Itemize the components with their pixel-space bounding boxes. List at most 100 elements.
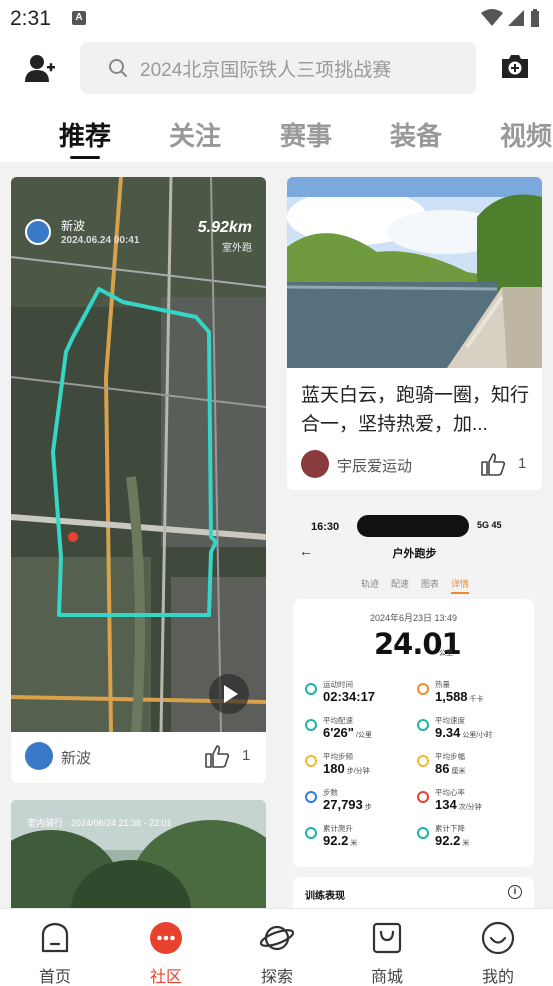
metric-value: 180 步/分钟 xyxy=(323,761,370,776)
nav-profile-label: 我的 xyxy=(481,969,514,986)
metric-value: 02:34:17 xyxy=(323,689,377,704)
author-name[interactable]: 新波 xyxy=(61,747,91,768)
map-user-avatar xyxy=(25,219,51,245)
dynamic-island xyxy=(357,515,469,537)
metric-value: 86 厘米 xyxy=(435,761,465,776)
avatar[interactable] xyxy=(25,742,53,770)
notification-badge: A xyxy=(72,11,86,25)
metric-value: 1,588 千卡 xyxy=(435,689,484,704)
metric-icon xyxy=(305,719,317,731)
map-activity-type: 室外跑 xyxy=(222,243,252,254)
tab-gear[interactable]: 装备 xyxy=(390,116,442,153)
metric-unit: /公里 xyxy=(355,732,372,739)
active-tab-indicator xyxy=(70,156,100,159)
nav-home[interactable]: 首页 xyxy=(5,909,105,986)
nav-shop[interactable]: 商城 xyxy=(337,909,437,986)
metric-value: 92.2 米 xyxy=(323,833,357,848)
metric-value: 6'26"/公里 xyxy=(323,725,372,740)
nav-profile[interactable]: 我的 xyxy=(448,909,548,986)
metric-unit: 公里/小时 xyxy=(462,732,493,739)
metric-value-text: 02:34:17 xyxy=(323,689,376,704)
author-name[interactable]: 宇辰爱运动 xyxy=(337,455,412,476)
metric-value-text: 180 xyxy=(323,761,345,776)
wifi-icon xyxy=(481,9,503,26)
search-bar[interactable]: 2024北京国际铁人三项挑战赛 xyxy=(80,42,476,94)
workout-metric: 热量 1,588 千卡 xyxy=(417,679,527,711)
workout-date: 2024年6月23日 13:49 xyxy=(369,613,458,623)
subtab-pace: 配速 xyxy=(391,579,410,589)
metric-unit: 步 xyxy=(364,804,372,811)
map-datetime: 2024.06.24 00:41 xyxy=(61,235,140,246)
ride-caption: 室内骑行 · 2024/06/24 21:38 - 22:01 xyxy=(27,818,172,828)
metric-icon xyxy=(305,683,317,695)
metric-icon xyxy=(305,755,317,767)
workout-page-title: 户外跑步 xyxy=(392,548,437,560)
workout-metric: 运动时间 02:34:17 xyxy=(305,679,415,711)
play-button[interactable] xyxy=(209,674,249,714)
nav-community[interactable]: 社区 xyxy=(116,909,216,986)
metric-value: 9.34 公里/小时 xyxy=(435,725,492,740)
phone-status: 5G 45 xyxy=(477,520,502,530)
search-placeholder: 2024北京国际铁人三项挑战赛 xyxy=(140,59,392,81)
post-card-workout-summary[interactable]: 16:30 5G 45 ← 户外跑步 轨迹 配速 图表 详情 2024年6月23… xyxy=(287,507,542,908)
subtab-details: 详情 xyxy=(451,577,470,594)
metric-unit: 米 xyxy=(462,840,470,847)
metric-unit: 厘米 xyxy=(451,768,466,775)
signal-icon xyxy=(508,10,524,26)
training-performance-section: 训练表现 i xyxy=(293,877,534,908)
workout-metric: 平均配速 6'26"/公里 xyxy=(305,715,415,747)
status-indicators xyxy=(481,8,541,28)
search-icon xyxy=(109,59,127,77)
map-distance: 5.92km xyxy=(197,219,252,236)
avatar[interactable] xyxy=(301,450,329,478)
post-title[interactable]: 蓝天白云，跑骑一圈，知行合一，坚持热爱，加... xyxy=(301,381,531,439)
nav-explore-label: 探索 xyxy=(260,969,293,986)
add-friend-icon[interactable] xyxy=(24,52,56,84)
phone-time: 16:30 xyxy=(311,521,340,533)
metric-icon xyxy=(417,755,429,767)
tab-follow[interactable]: 关注 xyxy=(169,116,221,153)
info-icon: i xyxy=(508,885,522,899)
post-author-row: 宇辰爱运动 1 xyxy=(287,440,542,490)
like-count: 1 xyxy=(518,455,527,472)
metric-unit: 千卡 xyxy=(469,696,484,703)
metric-icon xyxy=(417,827,429,839)
tab-events[interactable]: 赛事 xyxy=(280,116,332,153)
home-icon xyxy=(41,922,69,953)
thumbs-up-icon[interactable] xyxy=(204,743,230,769)
workout-stats-panel: 2024年6月23日 13:49 24.01 公里 运动时间 02:34:17 热量… xyxy=(293,599,534,867)
river-photo xyxy=(287,177,542,368)
metric-value-text: 92.2 xyxy=(435,833,461,848)
route-map-image xyxy=(11,177,266,732)
post-card-river[interactable]: 蓝天白云，跑骑一圈，知行合一，坚持热爱，加... 宇辰爱运动 1 xyxy=(287,177,542,490)
metric-value: 134 次/分钟 xyxy=(435,797,482,812)
post-card-run-map[interactable]: 新波 2024.06.24 00:41 5.92km 室外跑 新波 1 xyxy=(11,177,266,783)
nav-shop-label: 商城 xyxy=(370,969,403,986)
bottom-navigation: 首页 社区 探索 商城 我的 xyxy=(0,908,553,986)
workout-metric: 步数 27,793 步 xyxy=(305,787,415,819)
tab-recommend[interactable]: 推荐 xyxy=(59,116,111,153)
metric-value-text: 134 xyxy=(435,797,457,812)
camera-icon[interactable] xyxy=(499,50,531,82)
metric-unit: 次/分钟 xyxy=(458,804,482,811)
shop-icon xyxy=(372,922,402,954)
workout-metric: 累计下降 92.2 米 xyxy=(417,823,527,855)
thumbs-up-icon[interactable] xyxy=(480,451,506,477)
metric-value-text: 9.34 xyxy=(435,725,461,740)
workout-metric: 平均步频 180 步/分钟 xyxy=(305,751,415,783)
metric-value: 27,793 步 xyxy=(323,797,372,812)
tab-video[interactable]: 视频 xyxy=(500,116,552,153)
post-card-indoor-ride[interactable]: 室内骑行 · 2024/06/24 21:38 - 22:01 xyxy=(11,800,266,908)
status-bar: 2:31 A xyxy=(0,0,553,36)
metric-icon xyxy=(417,791,429,803)
play-icon xyxy=(224,685,238,703)
map-user-name: 新波 xyxy=(61,219,86,233)
metric-icon xyxy=(417,719,429,731)
metric-value-text: 86 xyxy=(435,761,450,776)
subtab-track: 轨迹 xyxy=(361,579,380,589)
metric-icon xyxy=(417,683,429,695)
workout-screenshot: 16:30 5G 45 ← 户外跑步 轨迹 配速 图表 详情 2024年6月23… xyxy=(287,507,542,908)
metric-icon xyxy=(305,827,317,839)
post-author-row: 新波 1 xyxy=(11,732,266,782)
nav-explore[interactable]: 探索 xyxy=(227,909,327,986)
